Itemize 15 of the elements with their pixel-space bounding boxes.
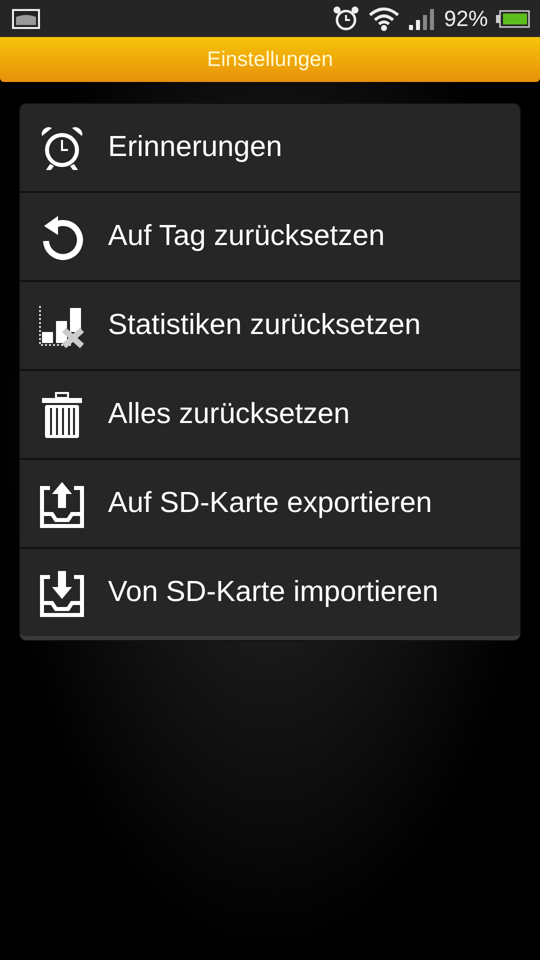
menu-item[interactable]: Statistiken zurücksetzen — [20, 282, 520, 371]
alarm-icon — [332, 4, 360, 32]
menu-item[interactable]: Von SD-Karte importieren — [20, 549, 520, 636]
image-notification-icon — [12, 8, 40, 28]
battery-icon — [496, 10, 530, 28]
menu-item[interactable]: Erinnerungen — [20, 104, 520, 193]
menu-item[interactable]: Auf SD-Karte exportieren — [20, 460, 520, 549]
menu-item[interactable]: Alles zurücksetzen — [20, 371, 520, 460]
menu-item[interactable]: Auf Tag zurücksetzen — [20, 193, 520, 282]
wifi-icon — [368, 6, 400, 32]
battery-percentage: 92% — [444, 6, 488, 32]
import-tray-icon — [38, 568, 86, 616]
signal-icon — [408, 6, 436, 30]
export-tray-icon — [38, 480, 86, 528]
screen-title: Einstellungen — [206, 48, 334, 72]
